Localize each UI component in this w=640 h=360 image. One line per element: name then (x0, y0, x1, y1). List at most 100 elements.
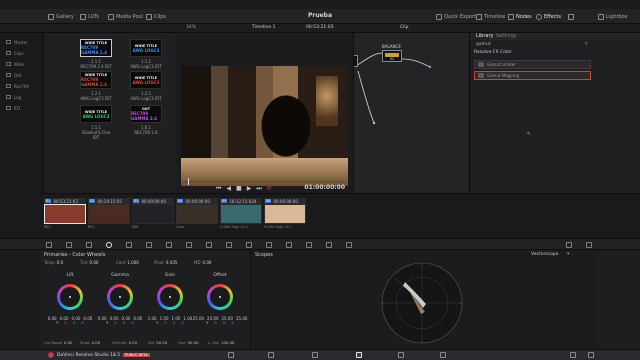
rgb-mixer-icon[interactable] (126, 242, 132, 248)
curves-icon[interactable] (166, 242, 172, 248)
qualifier-icon[interactable] (206, 242, 212, 248)
camera-raw-icon[interactable] (66, 242, 72, 248)
color-wheel[interactable]: Lift 0.00 0.00 0.00 0.00 Y R G B (46, 273, 94, 325)
scopes-toggle-icon[interactable] (566, 242, 572, 248)
wheel-value[interactable]: 1.00 (183, 316, 192, 321)
3d-icon[interactable] (346, 242, 352, 248)
wheel-ring[interactable] (207, 284, 233, 310)
close-search-icon[interactable]: × (584, 41, 588, 47)
key-icon[interactable] (306, 242, 312, 248)
media-clip[interactable]: ODT REC709 GAMMA 2.4 1.6.1 REC709 2.4 (130, 105, 162, 135)
timeline-clip[interactable]: 04 00:00:00:00 Cam (176, 198, 218, 232)
clips-button[interactable]: Clips (146, 12, 166, 21)
wheel-ring[interactable] (107, 284, 133, 310)
contrast-param[interactable]: Cont 1.000 (116, 260, 139, 265)
bin-item[interactable]: Clips (6, 50, 38, 56)
hue[interactable]: Hue 50.00 (178, 340, 198, 345)
bin-item[interactable]: Odt (6, 72, 38, 78)
library-item-gamut-mapping[interactable]: Gamut Mapping (474, 71, 591, 80)
wheel-handle[interactable] (119, 296, 121, 298)
library-search[interactable]: gamut (476, 42, 491, 47)
last-frame-icon[interactable]: ⏭ (256, 186, 261, 192)
stop-icon[interactable]: ■ (236, 186, 242, 192)
page-deliver-icon[interactable] (440, 352, 446, 358)
timeline-clip[interactable]: 03 00:00:00:00 SIM (132, 198, 174, 232)
library-section[interactable]: Resolve FX Color (474, 50, 512, 55)
motion-effects-icon[interactable] (146, 242, 152, 248)
input-node[interactable] (354, 55, 358, 67)
scrub-bar[interactable] (184, 181, 346, 182)
color-match-icon[interactable] (86, 242, 92, 248)
nodes-button[interactable]: Nodes (508, 12, 532, 21)
timeline-clip[interactable]: 06 00:00:00:00 H.264 High L5.1 (264, 198, 306, 232)
pivot-param[interactable]: Pivot 0.435 (154, 260, 177, 265)
color-node[interactable]: 02 (382, 50, 402, 62)
media-pool-button[interactable]: Media Pool (108, 12, 143, 21)
timeline-clip[interactable]: 05 16:12:15:024 H.264 High L5.1 (220, 198, 262, 232)
magic-mask-icon[interactable] (266, 242, 272, 248)
color-wheel[interactable]: Gamma 0.00 0.00 0.00 0.00 Y R G B (96, 273, 144, 325)
luts-button[interactable]: LUTs (80, 12, 99, 21)
menu-button[interactable] (568, 12, 574, 21)
timeline-button[interactable]: Timeline (476, 12, 505, 21)
viewer-frame[interactable] (181, 66, 348, 186)
wheel-handle[interactable] (69, 296, 71, 298)
wheel-value[interactable]: 25.00 (193, 316, 204, 321)
tracker-icon[interactable] (246, 242, 252, 248)
media-clip[interactable]: WIDE TITLE REC709 GAMMA 2.4 1.1.1 REC709 2… (80, 39, 112, 69)
temp-param[interactable]: Temp 0.0 (44, 260, 63, 265)
bin-item[interactable]: Rec709 (6, 83, 38, 89)
color-wheel[interactable]: Offset 25.00 25.00 25.00 25.00 Y R G B (193, 273, 248, 325)
reverse-icon[interactable]: ◀ (226, 186, 231, 192)
info-icon[interactable] (586, 242, 592, 248)
mode-selector[interactable]: Clip (400, 25, 409, 30)
wheel-value[interactable]: 0.00 (133, 316, 142, 321)
page-cut-icon[interactable] (268, 352, 274, 358)
media-clip[interactable]: WIDE TITLE REC709 GAMMA 2.4 1.2.1 AWG LogC… (80, 71, 112, 101)
blur-icon[interactable] (286, 242, 292, 248)
project-manager-icon[interactable] (570, 352, 576, 358)
wheel-value[interactable]: 25.00 (236, 316, 247, 321)
tab-settings[interactable]: Settings (496, 33, 517, 39)
sizing-icon[interactable] (326, 242, 332, 248)
shadows[interactable]: Shad 0.00 (80, 340, 100, 345)
page-media-icon[interactable] (228, 352, 234, 358)
md-param[interactable]: MD 0.00 (194, 260, 211, 265)
wheel-handle[interactable] (169, 296, 171, 298)
col-boost[interactable]: Col Boost 0.00 (44, 340, 72, 345)
first-frame-icon[interactable]: ⏮ (216, 186, 221, 192)
bin-item[interactable]: Log (6, 94, 38, 100)
wheel-ring[interactable] (57, 284, 83, 310)
wheel-handle[interactable] (219, 296, 221, 298)
settings-icon[interactable] (588, 352, 594, 358)
saturation[interactable]: Sat 50.00 (148, 340, 167, 345)
quick-export-button[interactable]: Quick Export (436, 12, 476, 21)
page-fairlight-icon[interactable] (398, 352, 404, 358)
media-clip[interactable]: WIDE TITLE AWG LOGC3 1.5.1 SGamut3.Cine ID… (80, 105, 112, 140)
library-item-gamut-limiter[interactable]: Gamut Limiter (474, 60, 591, 69)
color-wheel[interactable]: Gain 1.00 1.00 1.00 1.00 Y R G B (146, 273, 194, 325)
chevron-down-icon[interactable]: ▾ (567, 251, 570, 257)
lut-icon[interactable] (46, 242, 52, 248)
media-clip[interactable]: WIDE TITLE AWG LOGC3 1.1.1 AWG LogC3 IDT (130, 39, 162, 69)
playhead[interactable] (188, 178, 189, 185)
page-color-icon[interactable] (356, 352, 362, 358)
color-warper-icon[interactable] (186, 242, 192, 248)
timeline-clip[interactable]: 02 00:29:15:05 REC (88, 198, 130, 232)
lightbox-button[interactable]: Lightbox (598, 12, 628, 21)
play-icon[interactable]: ▶ (247, 186, 252, 192)
tint-param[interactable]: Tint 0.00 (80, 260, 98, 265)
window-icon[interactable] (226, 242, 232, 248)
loop-icon[interactable]: ⟳ (267, 186, 272, 192)
page-edit-icon[interactable] (312, 352, 318, 358)
timeline-name[interactable]: Timeline 1 (252, 25, 275, 30)
bin-item[interactable]: Master (6, 39, 38, 45)
tab-library[interactable]: Library (476, 33, 493, 39)
gallery-button[interactable]: Gallery (48, 12, 74, 21)
zoom-level[interactable]: 34% (186, 25, 196, 30)
color-wheels-icon[interactable] (106, 242, 112, 248)
highlights[interactable]: Hi/Light 0.00 (112, 340, 137, 345)
wheel-ring[interactable] (157, 284, 183, 310)
effects-button[interactable]: Effects (536, 12, 561, 21)
media-clip[interactable]: WIDE TITLE AWG LOGC3 1.2.1 AWG LogC3 IDT (130, 71, 162, 101)
